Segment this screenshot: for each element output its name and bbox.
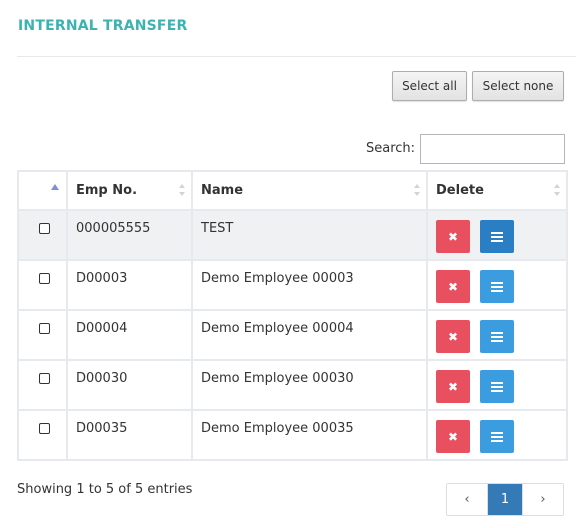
close-icon: ✖ — [447, 429, 459, 444]
column-label: Name — [201, 183, 244, 198]
table-header-row: Emp No. Name Delete — [17, 170, 568, 211]
list-icon — [491, 232, 503, 242]
close-icon: ✖ — [447, 379, 459, 394]
list-icon — [491, 432, 503, 442]
name-cell: Demo Employee 00003 — [191, 259, 428, 311]
list-icon — [491, 332, 503, 342]
search-label: Search: — [366, 141, 416, 156]
page-title: INTERNAL TRANSFER — [18, 18, 188, 34]
emp-no-cell: D00004 — [66, 309, 193, 361]
table-row: D00035 Demo Employee 00035 ✖ — [17, 409, 568, 461]
table-row: D00030 Demo Employee 00030 ✖ — [17, 359, 568, 411]
search-input[interactable] — [420, 134, 565, 164]
page-button-1[interactable]: 1 — [487, 484, 522, 515]
table-row: D00003 Demo Employee 00003 ✖ — [17, 259, 568, 311]
sort-icon — [414, 184, 420, 196]
details-button[interactable] — [480, 220, 514, 253]
close-icon: ✖ — [447, 279, 459, 294]
sort-ascending-icon — [51, 184, 59, 190]
pagination: ‹ 1 › — [446, 483, 564, 516]
column-header-delete[interactable]: Delete — [426, 170, 568, 211]
close-icon: ✖ — [447, 229, 459, 244]
name-cell: Demo Employee 00030 — [191, 359, 428, 411]
sort-icon — [179, 184, 185, 196]
close-icon: ✖ — [447, 329, 459, 344]
delete-button[interactable]: ✖ — [436, 370, 470, 403]
emp-no-cell: D00003 — [66, 259, 193, 311]
details-button[interactable] — [480, 320, 514, 353]
details-button[interactable] — [480, 420, 514, 453]
select-all-button[interactable]: Select all — [392, 71, 467, 101]
select-none-button[interactable]: Select none — [472, 71, 564, 101]
column-label: Delete — [436, 183, 484, 198]
list-icon — [491, 382, 503, 392]
row-checkbox[interactable] — [39, 223, 50, 234]
emp-no-cell: 000005555 — [66, 209, 193, 261]
employee-table: Emp No. Name Delete 000005555 TEST ✖ D00… — [17, 170, 568, 461]
column-header-emp-no[interactable]: Emp No. — [66, 170, 193, 211]
column-header-select[interactable] — [17, 170, 68, 211]
delete-button[interactable]: ✖ — [436, 420, 470, 453]
delete-button[interactable]: ✖ — [436, 270, 470, 303]
row-checkbox[interactable] — [39, 323, 50, 334]
details-button[interactable] — [480, 370, 514, 403]
table-row: D00004 Demo Employee 00004 ✖ — [17, 309, 568, 361]
sort-icon — [554, 184, 560, 196]
delete-button[interactable]: ✖ — [436, 320, 470, 353]
emp-no-cell: D00030 — [66, 359, 193, 411]
column-header-name[interactable]: Name — [191, 170, 428, 211]
table-row: 000005555 TEST ✖ — [17, 209, 568, 261]
row-checkbox[interactable] — [39, 373, 50, 384]
name-cell: Demo Employee 00035 — [191, 409, 428, 461]
next-page-button[interactable]: › — [522, 484, 563, 515]
column-label: Emp No. — [76, 183, 138, 198]
emp-no-cell: D00035 — [66, 409, 193, 461]
details-button[interactable] — [480, 270, 514, 303]
name-cell: TEST — [191, 209, 428, 261]
table-info: Showing 1 to 5 of 5 entries — [17, 482, 193, 497]
title-divider — [17, 56, 576, 57]
row-checkbox[interactable] — [39, 273, 50, 284]
row-checkbox[interactable] — [39, 423, 50, 434]
delete-button[interactable]: ✖ — [436, 220, 470, 253]
previous-page-button[interactable]: ‹ — [447, 484, 487, 515]
name-cell: Demo Employee 00004 — [191, 309, 428, 361]
list-icon — [491, 282, 503, 292]
